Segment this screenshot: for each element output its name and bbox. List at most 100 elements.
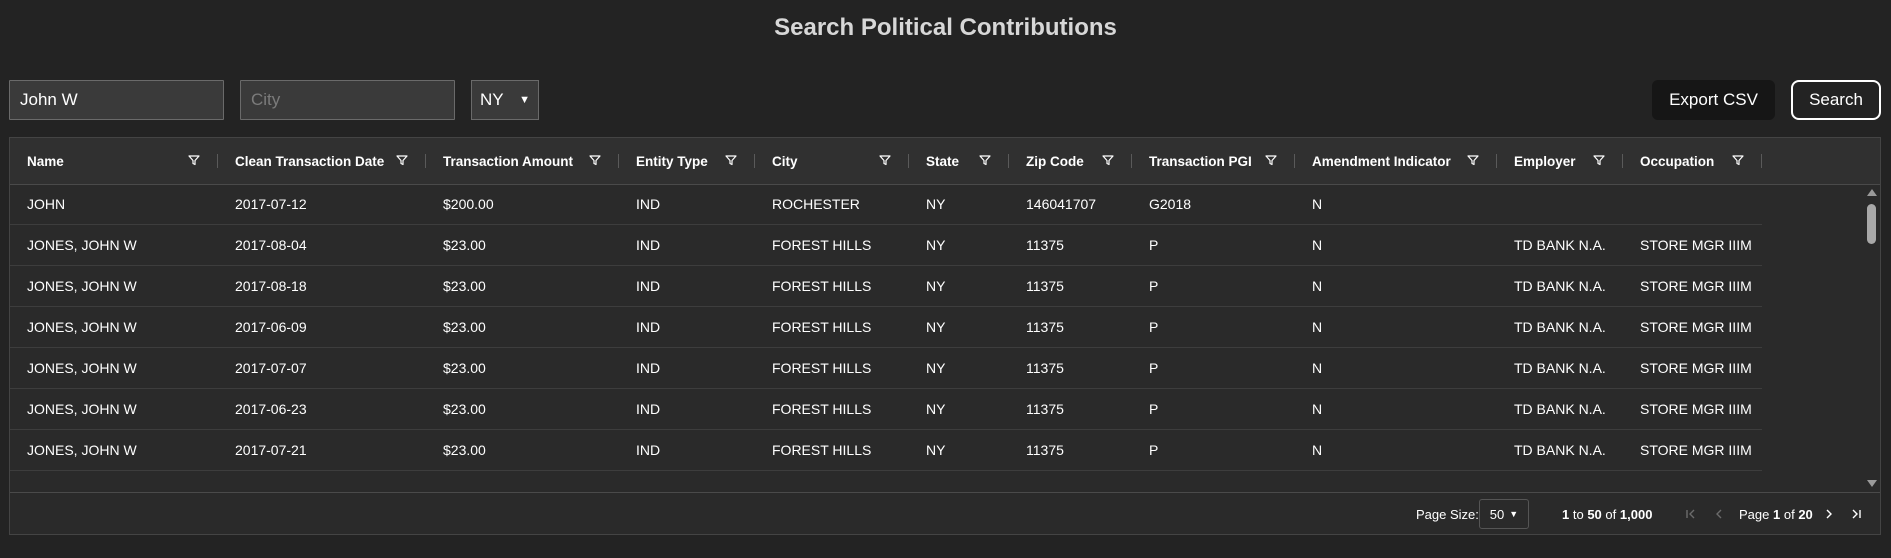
range-to-word: to <box>1572 506 1584 522</box>
table-row[interactable]: JONES, JOHN W 2017-07-07 $23.00 IND FOREST H… <box>10 348 1762 389</box>
cell-amendment-indicator: N <box>1312 319 1323 335</box>
page-size-value: 50 <box>1489 506 1505 522</box>
cell-name: JONES, JOHN W <box>27 237 137 253</box>
cell-zip-code: 146041707 <box>1026 196 1097 212</box>
column-header-transaction-pgi[interactable]: Transaction PGI <box>1132 138 1295 184</box>
table-row[interactable]: JONES, JOHN W 2017-07-21 $23.00 IND FOREST H… <box>10 430 1762 471</box>
column-header-label: State <box>926 153 960 169</box>
column-header-label: Occupation <box>1640 153 1715 169</box>
table-row[interactable]: JONES, JOHN W 2017-06-09 $23.00 IND FOREST H… <box>10 307 1762 348</box>
cell-transaction-pgi: P <box>1149 360 1159 376</box>
column-header-label: Amendment Indicator <box>1312 153 1451 169</box>
first-page-icon[interactable] <box>1684 507 1698 521</box>
column-header-state[interactable]: State <box>909 138 1009 184</box>
filter-icon[interactable] <box>878 153 892 167</box>
column-header-occupation[interactable]: Occupation <box>1623 138 1762 184</box>
cell-zip-code: 11375 <box>1026 319 1064 335</box>
table-row[interactable]: JOHN 2017-07-12 $200.00 IND ROCHESTER NY 14604… <box>10 184 1762 225</box>
cell-employer: TD BANK N.A. <box>1514 442 1606 458</box>
filter-icon[interactable] <box>588 153 602 167</box>
column-header-transaction-amount[interactable]: Transaction Amount <box>426 138 619 184</box>
cell-clean-transaction-date: 2017-08-18 <box>235 278 307 294</box>
filter-icon[interactable] <box>1731 153 1745 167</box>
page-total: 20 <box>1798 506 1813 522</box>
filter-icon[interactable] <box>978 153 992 167</box>
next-page-icon[interactable] <box>1822 507 1836 521</box>
filter-icon[interactable] <box>724 153 738 167</box>
column-header-name[interactable]: Name <box>10 138 218 184</box>
cell-transaction-amount: $23.00 <box>443 360 486 376</box>
export-csv-button[interactable]: Export CSV <box>1652 80 1775 120</box>
filter-icon[interactable] <box>395 153 409 167</box>
cell-transaction-amount: $200.00 <box>443 196 494 212</box>
cell-zip-code: 11375 <box>1026 401 1064 417</box>
page-indicator: Page 1 of 20 <box>1739 493 1813 535</box>
filter-icon[interactable] <box>1592 153 1606 167</box>
cell-city: FOREST HILLS <box>772 237 872 253</box>
cell-occupation <box>1623 184 1762 225</box>
cell-employer <box>1497 184 1623 225</box>
cell-employer: TD BANK N.A. <box>1514 237 1606 253</box>
row-range-summary: 1 to 50 of 1,000 <box>1562 493 1652 535</box>
cell-zip-code: 11375 <box>1026 360 1064 376</box>
cell-transaction-pgi: P <box>1149 442 1159 458</box>
cell-transaction-pgi: P <box>1149 278 1159 294</box>
cell-name: JONES, JOHN W <box>27 442 137 458</box>
cell-occupation: STORE MGR IIIM <box>1640 401 1752 417</box>
cell-transaction-amount: $23.00 <box>443 319 486 335</box>
cell-amendment-indicator: N <box>1312 196 1323 212</box>
cell-state: NY <box>926 401 946 417</box>
scroll-up-icon[interactable] <box>1867 189 1877 196</box>
cell-transaction-pgi: G2018 <box>1149 196 1192 212</box>
filter-icon[interactable] <box>1466 153 1480 167</box>
table-row[interactable]: JONES, JOHN W 2017-08-04 $23.00 IND FOREST H… <box>10 225 1762 266</box>
previous-page-icon[interactable] <box>1712 507 1726 521</box>
cell-clean-transaction-date: 2017-06-23 <box>235 401 307 417</box>
cell-name: JONES, JOHN W <box>27 319 137 335</box>
column-header-entity-type[interactable]: Entity Type <box>619 138 755 184</box>
cell-occupation: STORE MGR IIIM <box>1640 360 1752 376</box>
name-input[interactable] <box>9 80 224 120</box>
scroll-down-icon[interactable] <box>1867 480 1877 487</box>
cell-clean-transaction-date: 2017-07-21 <box>235 442 307 458</box>
search-button[interactable]: Search <box>1791 80 1881 120</box>
column-header-label: Clean Transaction Date <box>235 153 385 169</box>
page-size-select[interactable]: 50 ▼ <box>1479 499 1529 529</box>
column-header-zip-code[interactable]: Zip Code <box>1009 138 1132 184</box>
state-select-value: NY <box>480 90 504 109</box>
column-header-label: Entity Type <box>636 153 708 169</box>
column-header-amendment-indicator[interactable]: Amendment Indicator <box>1295 138 1497 184</box>
vertical-scrollbar[interactable] <box>1864 184 1880 492</box>
column-header-employer[interactable]: Employer <box>1497 138 1623 184</box>
cell-name: JONES, JOHN W <box>27 278 137 294</box>
cell-name: JONES, JOHN W <box>27 401 137 417</box>
city-input[interactable] <box>240 80 455 120</box>
cell-employer: TD BANK N.A. <box>1514 401 1606 417</box>
cell-city: FOREST HILLS <box>772 278 872 294</box>
last-page-icon[interactable] <box>1849 507 1863 521</box>
cell-transaction-pgi: P <box>1149 401 1159 417</box>
cell-transaction-pgi: P <box>1149 319 1159 335</box>
cell-zip-code: 11375 <box>1026 278 1064 294</box>
column-header-clean-transaction-date[interactable]: Clean Transaction Date <box>218 138 426 184</box>
cell-employer: TD BANK N.A. <box>1514 278 1606 294</box>
filter-icon[interactable] <box>187 153 201 167</box>
column-header-label: Name <box>27 153 64 169</box>
cell-city: FOREST HILLS <box>772 360 872 376</box>
state-select[interactable]: NY ▼ <box>471 80 539 120</box>
page-of-word: of <box>1783 506 1795 522</box>
column-resize-handle[interactable] <box>1761 154 1762 168</box>
column-header-city[interactable]: City <box>755 138 909 184</box>
cell-city: FOREST HILLS <box>772 442 872 458</box>
cell-transaction-amount: $23.00 <box>443 278 486 294</box>
scroll-thumb[interactable] <box>1867 204 1876 244</box>
table-row[interactable]: JONES, JOHN W 2017-06-23 $23.00 IND FOREST H… <box>10 389 1762 430</box>
table-row[interactable]: JONES, JOHN W 2017-08-18 $23.00 IND FOREST H… <box>10 266 1762 307</box>
chevron-down-icon: ▼ <box>519 94 530 106</box>
filter-icon[interactable] <box>1264 153 1278 167</box>
column-header-label: Zip Code <box>1026 153 1084 169</box>
cell-city: FOREST HILLS <box>772 319 872 335</box>
cell-employer: TD BANK N.A. <box>1514 319 1606 335</box>
cell-name: JOHN <box>27 196 66 212</box>
filter-icon[interactable] <box>1101 153 1115 167</box>
